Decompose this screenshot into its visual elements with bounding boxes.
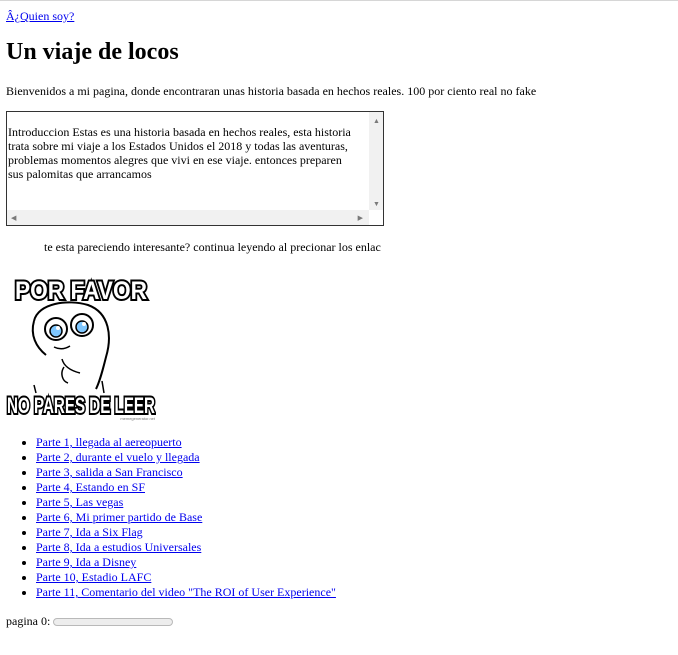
part-link-10[interactable]: Parte 10, Estadio LAFC [36, 570, 151, 584]
part-link-5[interactable]: Parte 5, Las vegas [36, 495, 123, 509]
scroll-down-icon[interactable]: ▼ [373, 200, 380, 208]
meme-watermark: memegenerator.net [120, 416, 156, 421]
part-link-7[interactable]: Parte 7, Ida a Six Flag [36, 525, 143, 539]
meme-bottom-text: NO PARES DE LEER [7, 393, 155, 418]
textarea-text: Introduccion Estas es una historia basad… [8, 125, 351, 181]
page-title: Un viaje de locos [6, 39, 179, 65]
page-progress-bar [53, 617, 174, 626]
part-list-item: Parte 8, Ida a estudios Universales [36, 540, 336, 555]
teaser-text: te esta pareciendo interesante? continua… [44, 240, 381, 254]
part-link-4[interactable]: Parte 4, Estando en SF [36, 480, 145, 494]
part-list-item: Parte 10, Estadio LAFC [36, 570, 336, 585]
part-list-item: Parte 5, Las vegas [36, 495, 336, 510]
scroll-left-icon[interactable]: ◀ [11, 214, 16, 222]
horizontal-scrollbar[interactable]: ◀ ▶ [7, 210, 369, 225]
part-link-9[interactable]: Parte 9, Ida a Disney [36, 555, 136, 569]
part-list-item: Parte 6, Mi primer partido de Base [36, 510, 336, 525]
part-list-item: Parte 3, salida a San Francisco [36, 465, 336, 480]
part-list-item: Parte 7, Ida a Six Flag [36, 525, 336, 540]
part-list-item: Parte 9, Ida a Disney [36, 555, 336, 570]
part-link-2[interactable]: Parte 2, durante el vuelo y llegada [36, 450, 200, 464]
intro-textarea[interactable]: Introduccion Estas es una historia basad… [6, 111, 384, 226]
scroll-up-icon[interactable]: ▲ [373, 117, 380, 125]
part-link-1[interactable]: Parte 1, llegada al aereopuerto [36, 435, 182, 449]
parts-list: Parte 1, llegada al aereopuertoParte 2, … [20, 435, 336, 600]
part-link-3[interactable]: Parte 3, salida a San Francisco [36, 465, 183, 479]
about-link[interactable]: Â¿Quien soy? [6, 9, 74, 24]
part-link-8[interactable]: Parte 8, Ida a estudios Universales [36, 540, 201, 554]
meme-top-text: POR FAVOR [15, 277, 147, 305]
part-link-11[interactable]: Parte 11, Comentario del video "The ROI … [36, 585, 336, 599]
part-list-item: Parte 11, Comentario del video "The ROI … [36, 585, 336, 600]
part-list-item: Parte 1, llegada al aereopuerto [36, 435, 336, 450]
page-progress-row: pagina 0: [6, 614, 174, 629]
intro-text: Bienvenidos a mi pagina, donde encontrar… [6, 84, 537, 98]
part-list-item: Parte 4, Estando en SF [36, 480, 336, 495]
meme-image: POR FAVOR NO PARES DE LEER memegenerator… [6, 273, 156, 421]
vertical-scrollbar[interactable]: ▲ ▼ [369, 112, 383, 210]
progress-label: pagina 0: [6, 614, 51, 628]
part-link-6[interactable]: Parte 6, Mi primer partido de Base [36, 510, 202, 524]
part-list-item: Parte 2, durante el vuelo y llegada [36, 450, 336, 465]
scrollbar-corner [369, 210, 383, 225]
scroll-right-icon[interactable]: ▶ [358, 214, 363, 222]
